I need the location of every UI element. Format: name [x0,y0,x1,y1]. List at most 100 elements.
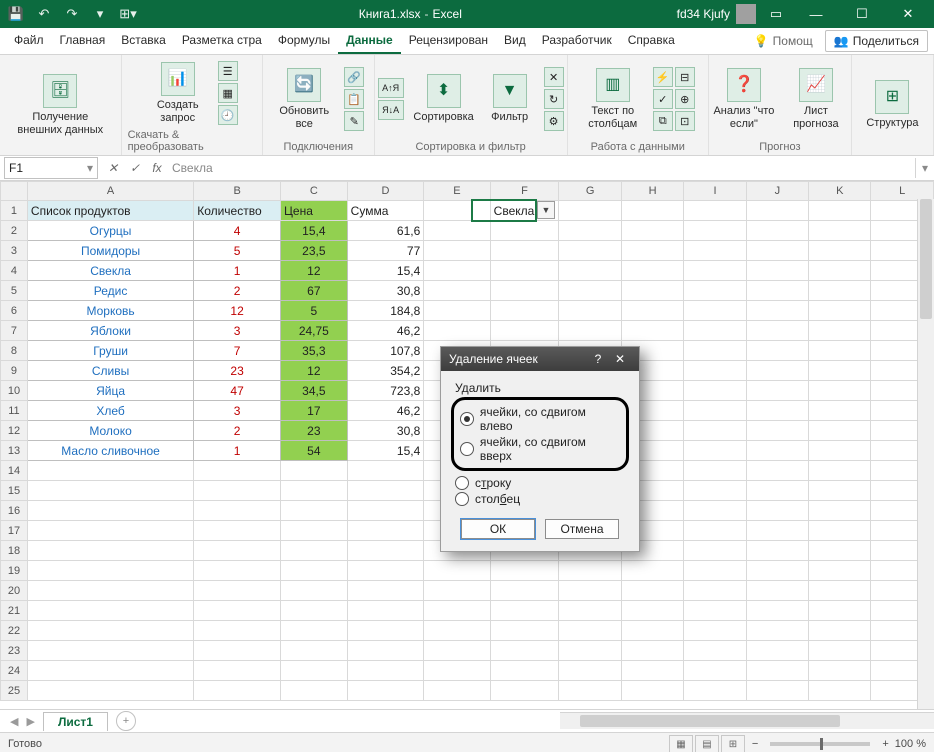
cell[interactable]: 23 [194,361,281,381]
cell[interactable] [424,621,490,641]
cell[interactable] [194,481,281,501]
cell[interactable] [490,601,559,621]
cell[interactable]: Редис [27,281,193,301]
column-header[interactable]: K [809,182,871,201]
sheet-tab[interactable]: Лист1 [43,712,108,731]
cell[interactable] [559,281,621,301]
outline-button[interactable]: ⊞Структура [859,78,925,132]
row-header[interactable]: 22 [1,621,28,641]
cell[interactable] [746,501,808,521]
cell[interactable] [746,201,808,221]
view-page-layout-icon[interactable]: ▤ [695,735,719,752]
tab-home[interactable]: Главная [52,28,114,54]
cell[interactable] [194,521,281,541]
cell[interactable]: 35,3 [281,341,348,361]
cell[interactable] [347,581,424,601]
cell[interactable] [621,581,683,601]
cell[interactable] [684,221,746,241]
cell[interactable] [684,441,746,461]
cell[interactable]: 1 [194,261,281,281]
cell[interactable]: 23 [281,421,348,441]
cell[interactable]: 17 [281,401,348,421]
cell[interactable] [281,621,348,641]
cell[interactable]: 723,8 [347,381,424,401]
cancel-formula-icon[interactable]: ✕ [102,158,124,178]
filter-button[interactable]: ▼Фильтр [483,72,537,126]
edit-links-button[interactable]: ✎ [344,111,364,131]
cell[interactable] [281,501,348,521]
cell[interactable] [809,281,871,301]
cell[interactable] [559,301,621,321]
row-header[interactable]: 10 [1,381,28,401]
cell[interactable] [194,581,281,601]
cell[interactable]: 5 [194,241,281,261]
zoom-out-icon[interactable]: − [752,738,758,750]
cell[interactable] [490,621,559,641]
cell[interactable] [347,681,424,701]
cell[interactable] [684,261,746,281]
cell[interactable] [809,221,871,241]
cell[interactable] [621,681,683,701]
help-icon[interactable]: ? [587,352,609,366]
cell[interactable] [194,541,281,561]
cell[interactable] [809,341,871,361]
consolidate-button[interactable]: ⊕ [675,89,695,109]
undo-icon[interactable]: ↶ [36,6,52,22]
option-shift-left[interactable]: ячейки, со сдвигом влево [460,404,620,434]
cell[interactable] [490,241,559,261]
sort-asc-button[interactable]: А↑Я [378,78,404,98]
dialog-titlebar[interactable]: Удаление ячеек ? ✕ [441,347,639,371]
advanced-filter-button[interactable]: ⚙ [544,111,564,131]
name-box[interactable]: F1▾ [4,157,98,179]
cell[interactable] [559,601,621,621]
cell[interactable] [684,361,746,381]
cell[interactable]: 67 [281,281,348,301]
cell[interactable] [684,301,746,321]
cell[interactable]: 23,5 [281,241,348,261]
cell[interactable] [424,661,490,681]
cell[interactable] [281,641,348,661]
refresh-all-button[interactable]: 🔄Обновить все [271,66,337,132]
cell[interactable] [621,201,683,221]
cell[interactable] [746,641,808,661]
cell[interactable] [809,521,871,541]
row-header[interactable]: 1 [1,201,28,221]
what-if-button[interactable]: ❓Анализ "что если" [711,66,777,132]
cell[interactable] [281,521,348,541]
cell[interactable] [27,601,193,621]
row-header[interactable]: 2 [1,221,28,241]
cell[interactable] [621,321,683,341]
cell[interactable] [27,621,193,641]
cell[interactable] [347,641,424,661]
cell[interactable] [746,301,808,321]
cell[interactable]: 30,8 [347,421,424,441]
share-button[interactable]: 👥Поделиться [825,30,928,52]
cell[interactable] [684,341,746,361]
cell[interactable]: 12 [281,361,348,381]
cell[interactable] [621,261,683,281]
cell[interactable]: 15,4 [347,261,424,281]
row-header[interactable]: 4 [1,261,28,281]
add-sheet-button[interactable]: + [116,711,136,731]
cell[interactable] [424,641,490,661]
cell[interactable] [809,681,871,701]
cell[interactable]: 61,6 [347,221,424,241]
cell[interactable] [281,461,348,481]
cell[interactable] [559,641,621,661]
close-icon[interactable]: ✕ [888,0,928,28]
cell[interactable]: Яйца [27,381,193,401]
cell[interactable] [746,581,808,601]
clear-filter-button[interactable]: ✕ [544,67,564,87]
cancel-button[interactable]: Отмена [545,519,619,539]
cell[interactable] [490,261,559,281]
validation-dropdown-icon[interactable]: ▼ [537,201,555,219]
close-icon[interactable]: ✕ [609,352,631,366]
cell[interactable] [27,561,193,581]
tab-review[interactable]: Рецензирован [401,28,496,54]
cell[interactable]: 2 [194,421,281,441]
cell[interactable]: 2 [194,281,281,301]
cell[interactable] [746,361,808,381]
cell[interactable] [746,441,808,461]
cell[interactable] [27,481,193,501]
cell[interactable] [809,401,871,421]
